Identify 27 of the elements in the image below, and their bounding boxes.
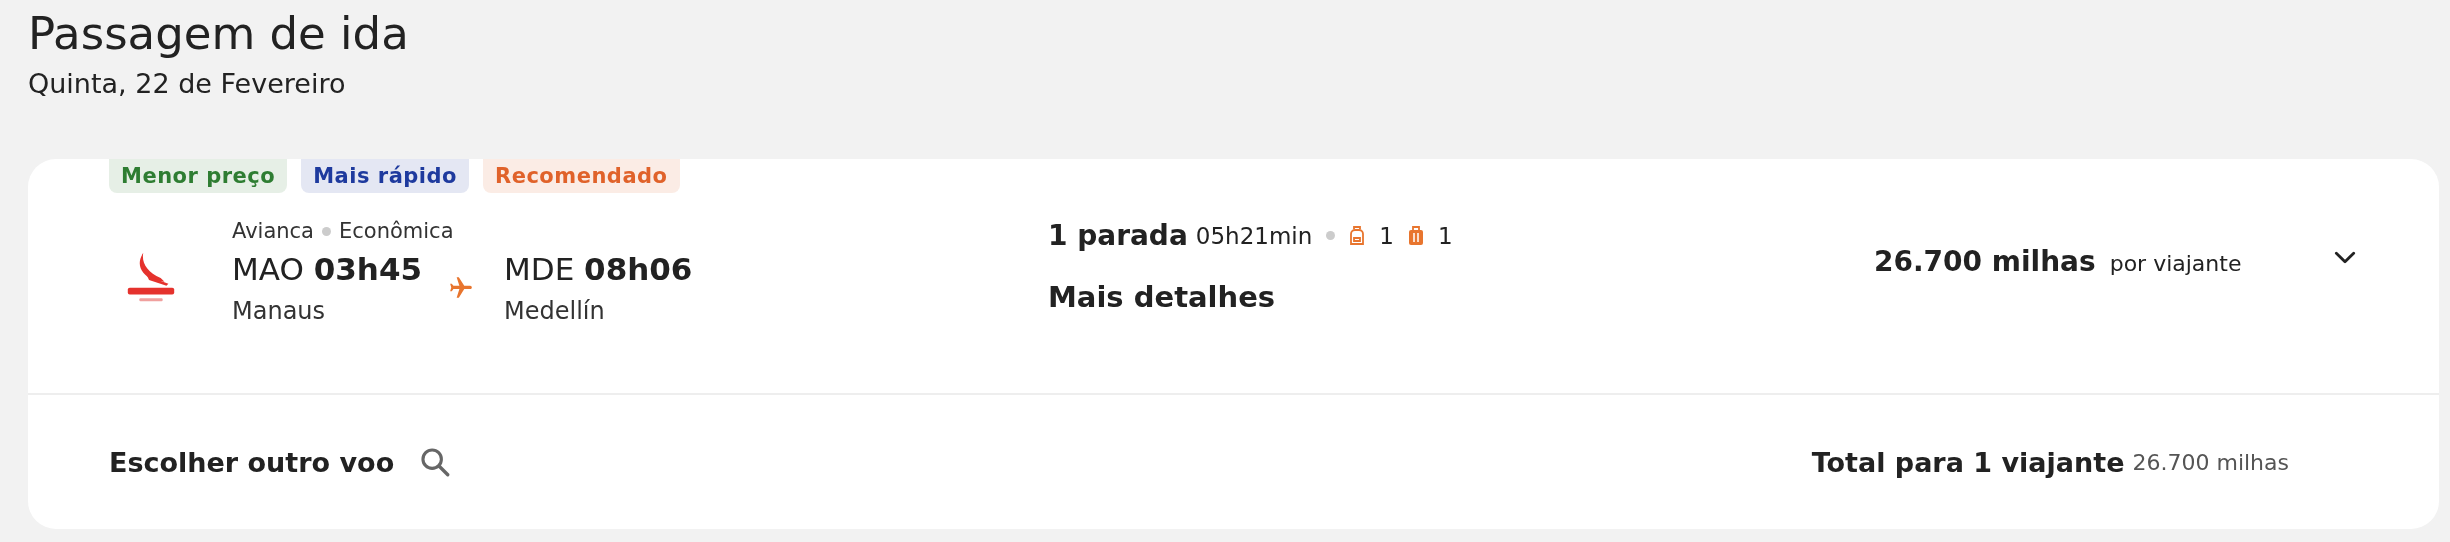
chevron-icon (2334, 251, 2356, 264)
details-link[interactable]: Mais detalhes (1048, 280, 1874, 314)
airline-name: Avianca (232, 219, 314, 243)
departure-time: MAO 03h45 (232, 251, 423, 287)
page-title: Passagem de ida (28, 6, 410, 62)
price-miles: 26.700 milhas (1874, 245, 2096, 278)
arrival-city: Medellín (504, 297, 606, 325)
backpack-icon (1349, 225, 1366, 246)
cabin-class: Econômica (339, 219, 454, 243)
suitcase-icon (1407, 225, 1424, 246)
backpack-count: 1 (1379, 222, 1394, 249)
separator-dot (1326, 231, 1336, 240)
price-note: por viajante (2109, 251, 2242, 276)
flight-duration: 05h21min (1195, 222, 1313, 249)
separator-dot (322, 226, 331, 236)
airplane-icon (448, 275, 475, 301)
suitcase-count: 1 (1437, 222, 1453, 249)
total-label: Total para 1 viajante (1811, 446, 2125, 478)
stops-count: 1 parada (1048, 219, 1188, 252)
tag-badge: Recomendado (483, 159, 680, 193)
tag-badge: Menor preço (109, 159, 288, 193)
tag-badge: Mais rápido (301, 159, 469, 193)
flight-date: Quinta, 22 de Fevereiro (28, 68, 347, 99)
departure-city: Manaus (232, 297, 327, 325)
total-value: 26.700 milhas (2132, 449, 2289, 475)
change-flight-link[interactable]: Escolher outro voo (109, 446, 395, 478)
arrival-time: MDE 08h06 (504, 251, 693, 287)
